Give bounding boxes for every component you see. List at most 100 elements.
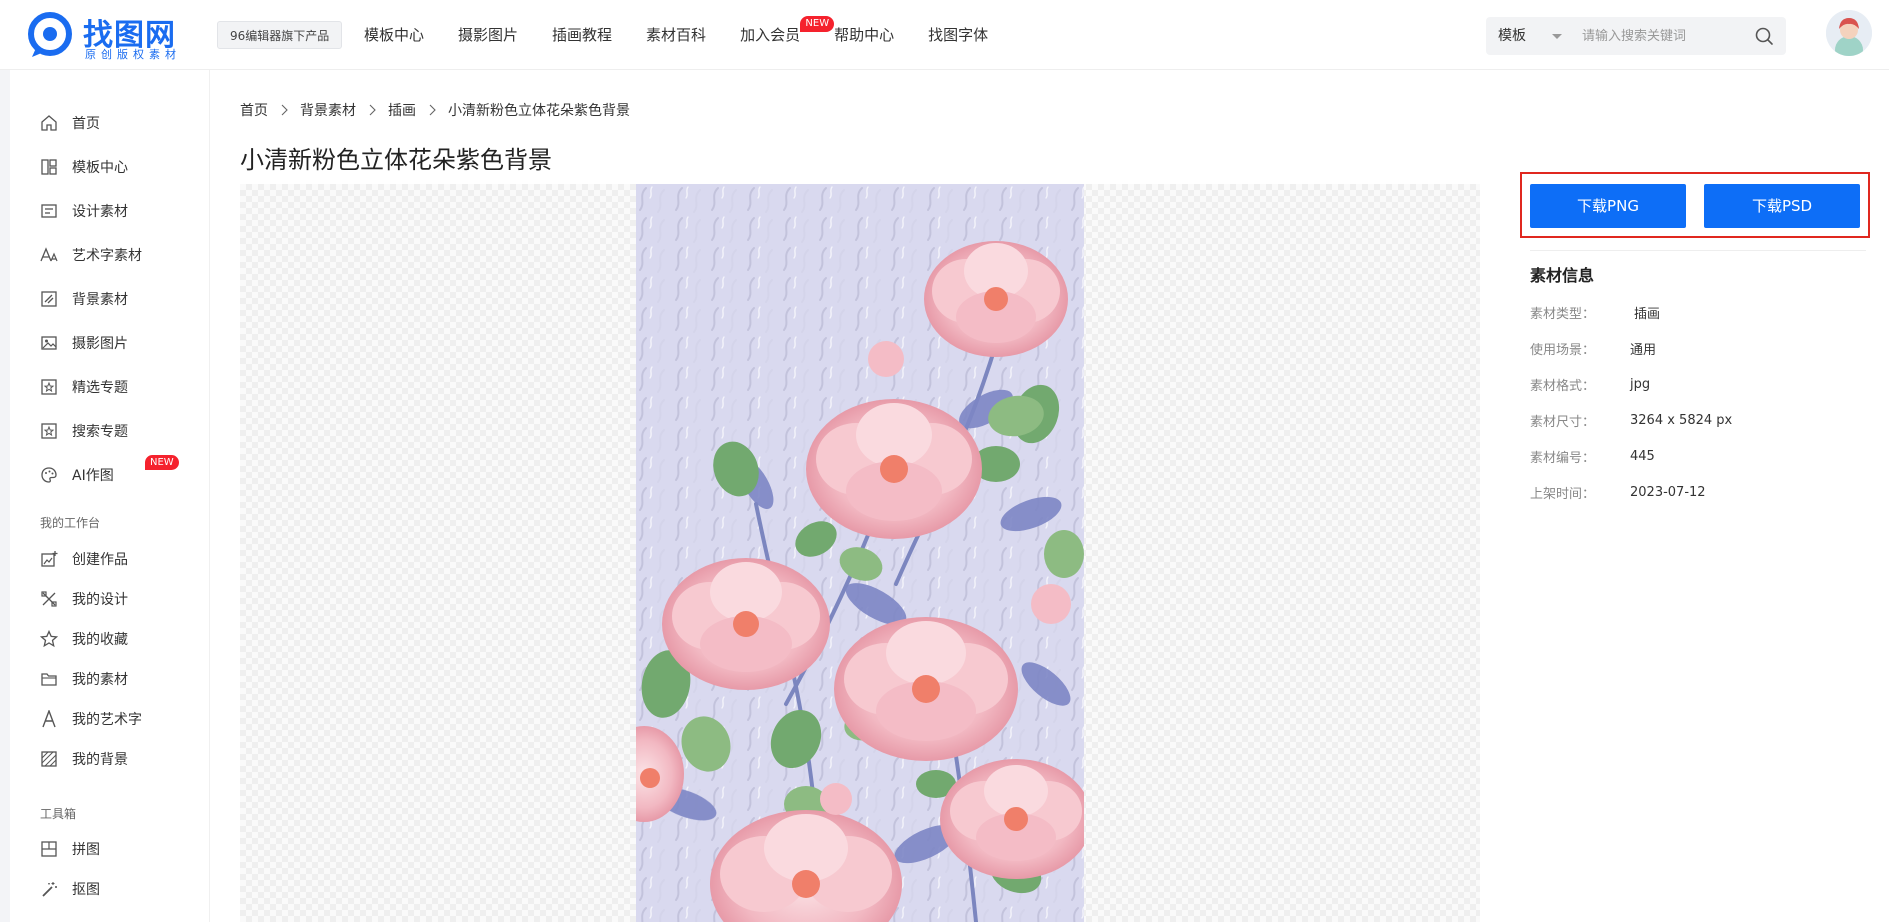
info-key: 素材尺寸： (1530, 414, 1596, 430)
chevron-right-icon (281, 104, 288, 116)
sidebar-item-background[interactable]: 背景素材 (40, 285, 128, 313)
sidebar-item-ai-draw[interactable]: AI作图 NEW (40, 455, 179, 489)
my-design-icon (41, 591, 57, 607)
star-icon (40, 630, 58, 648)
sidebar-item-my-font-art[interactable]: 我的艺术字 (40, 705, 142, 733)
sidebar-item-label: 我的素材 (72, 672, 128, 688)
nav-label: 模板中心 (364, 26, 425, 44)
nav-label: 找图字体 (928, 26, 989, 44)
nav-label: 插画教程 (552, 26, 613, 44)
info-value: 3264 x 5824 px (1630, 412, 1733, 428)
palette-icon (41, 467, 57, 483)
search-icon[interactable] (1754, 26, 1774, 46)
site-logo[interactable]: 找图网 原创版权素材 (28, 10, 188, 61)
sidebar-item-label: 模板中心 (72, 160, 128, 176)
create-work-icon (41, 551, 58, 567)
sidebar-item-favorites[interactable]: 我的收藏 (40, 625, 128, 653)
search-type-select[interactable]: 模板 (1498, 17, 1526, 55)
search-input[interactable] (1582, 22, 1742, 50)
sidebar-item-label: 摄影图片 (72, 336, 128, 352)
sidebar-item-create-work[interactable]: 创建作品 (40, 545, 128, 573)
download-psd-button[interactable]: 下载PSD (1704, 184, 1860, 228)
nav-item-photos[interactable]: 摄影图片 (458, 0, 518, 70)
nav-label: 摄影图片 (458, 26, 519, 44)
font-art-icon (40, 247, 58, 262)
sidebar: 首页 模板中心 设计素材 艺术字素材 背景素材 摄影图片 精选专题 搜索专题 A… (10, 70, 210, 922)
sidebar-item-search-topics[interactable]: 搜索专题 (40, 417, 128, 445)
nav-item-templates[interactable]: 模板中心 (364, 0, 424, 70)
stripes-icon (41, 751, 57, 767)
sidebar-item-design-material[interactable]: 设计素材 (40, 197, 128, 225)
sidebar-item-cutout[interactable]: 抠图 (40, 875, 100, 903)
info-row-size: 素材尺寸： 3264 x 5824 px (1530, 409, 1732, 431)
page: 找图网 原创版权素材 96编辑器旗下产品 模板中心 摄影图片 插画教程 素材百科… (0, 0, 1889, 922)
sidebar-item-home[interactable]: 首页 (40, 109, 100, 137)
info-key: 上架时间： (1530, 486, 1596, 502)
sidebar-item-templates[interactable]: 模板中心 (40, 153, 128, 181)
template-icon (41, 159, 57, 175)
folder-icon (41, 673, 57, 686)
sidebar-item-label: 艺术字素材 (72, 248, 142, 264)
info-value: 445 (1630, 448, 1655, 464)
sidebar-item-photos[interactable]: 摄影图片 (40, 329, 128, 357)
magic-wand-icon (42, 882, 57, 897)
sidebar-item-my-design[interactable]: 我的设计 (40, 585, 128, 613)
nav-item-fonts[interactable]: 找图字体 (928, 0, 988, 70)
image-preview (240, 184, 1480, 922)
nav-item-membership[interactable]: 加入会员 NEW (740, 0, 835, 70)
sidebar-item-my-materials[interactable]: 我的素材 (40, 665, 128, 693)
page-title: 小清新粉色立体花朵紫色背景 (240, 146, 552, 174)
info-key: 素材类型： (1530, 306, 1596, 322)
nav-item-tutorials[interactable]: 插画教程 (552, 0, 612, 70)
sidebar-item-my-background[interactable]: 我的背景 (40, 745, 128, 773)
search-topic-icon (41, 423, 57, 439)
chevron-down-icon[interactable] (1548, 27, 1566, 45)
featured-icon (41, 379, 57, 395)
sidebar-item-collage[interactable]: 拼图 (40, 835, 100, 863)
sidebar-item-label: 我的收藏 (72, 632, 128, 648)
design-material-icon (41, 204, 57, 218)
download-png-button[interactable]: 下载PNG (1530, 184, 1686, 228)
info-row-id: 素材编号： 445 (1530, 445, 1655, 467)
background-icon (41, 291, 57, 307)
sidebar-item-label: 我的艺术字 (72, 712, 142, 728)
info-value: 2023-07-12 (1630, 484, 1706, 500)
nav-label: 帮助中心 (834, 26, 895, 44)
sidebar-item-label: 首页 (72, 116, 100, 132)
tools-section-title: 工具箱 (40, 807, 77, 821)
window-edge (0, 0, 10, 922)
avatar-image (1826, 10, 1872, 56)
sidebar-item-font-art[interactable]: 艺术字素材 (40, 241, 142, 269)
info-value[interactable]: 插画 (1634, 303, 1660, 322)
nav-label: 素材百科 (646, 26, 707, 44)
info-row-type: 素材类型： 插画 (1530, 301, 1660, 323)
info-value: 通用 (1630, 342, 1657, 358)
breadcrumb-item-background[interactable]: 背景素材 (300, 100, 356, 120)
product-tag[interactable]: 96编辑器旗下产品 (217, 21, 343, 49)
avatar[interactable] (1826, 10, 1872, 56)
info-key: 素材格式： (1530, 378, 1596, 394)
sidebar-item-featured[interactable]: 精选专题 (40, 373, 128, 401)
info-row-scene: 使用场景： 通用 (1530, 337, 1656, 359)
logo-subtitle: 原创版权素材 (85, 48, 181, 61)
chevron-right-icon (369, 104, 376, 116)
home-icon (41, 115, 57, 131)
new-badge: NEW (145, 455, 179, 470)
top-bar: 找图网 原创版权素材 96编辑器旗下产品 模板中心 摄影图片 插画教程 素材百科… (0, 0, 1889, 70)
artwork-image[interactable] (636, 184, 1084, 922)
sidebar-item-label: AI作图 (72, 468, 114, 484)
sidebar-item-label: 设计素材 (72, 204, 128, 220)
nav-item-help[interactable]: 帮助中心 (834, 0, 894, 70)
collage-icon (41, 841, 57, 857)
photo-icon (41, 336, 57, 350)
breadcrumb-item-current: 小清新粉色立体花朵紫色背景 (448, 103, 630, 119)
info-row-format: 素材格式： jpg (1530, 373, 1650, 395)
sidebar-item-label: 我的背景 (72, 752, 128, 768)
sidebar-item-label: 精选专题 (72, 380, 128, 396)
breadcrumb-item-home[interactable]: 首页 (240, 100, 268, 120)
divider (1530, 250, 1866, 251)
breadcrumb-item-illustration[interactable]: 插画 (388, 100, 416, 120)
nav-item-wiki[interactable]: 素材百科 (646, 0, 706, 70)
download-actions-highlight: 下载PNG 下载PSD (1520, 172, 1870, 238)
info-key: 使用场景： (1530, 342, 1596, 358)
